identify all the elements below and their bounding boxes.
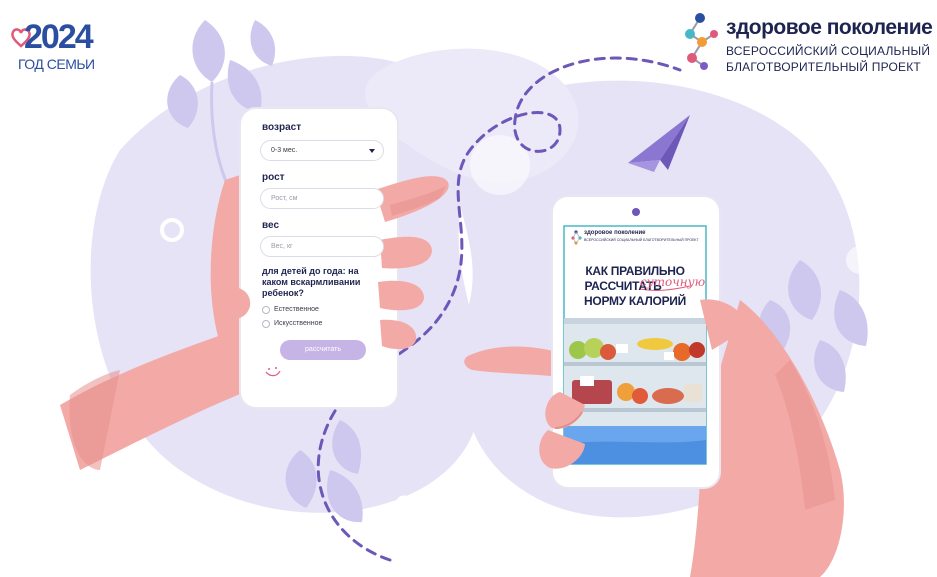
- article-title-line3: НОРМУ КАЛОРИЙ: [584, 294, 686, 308]
- weight-input[interactable]: Вес, кг: [260, 236, 384, 257]
- weight-label: вес: [262, 220, 280, 231]
- article-brand-tag: ВСЕРОССИЙСКИЙ СОЦИАЛЬНЫЙ БЛАГОТВОРИТЕЛЬН…: [584, 238, 699, 242]
- age-label: возраст: [262, 122, 302, 133]
- age-select[interactable]: 0-3 мес.: [260, 140, 384, 161]
- calorie-calculator-form: возраст 0-3 мес. рост Рост, см вес Вес, …: [252, 118, 388, 398]
- article-card[interactable]: здоровое поколение ВСЕРОССИЙСКИЙ СОЦИАЛЬ…: [564, 226, 706, 406]
- article-brand-name: здоровое поколение: [584, 230, 646, 236]
- right-phone-camera: [632, 208, 640, 216]
- calculate-button[interactable]: рассчитать: [280, 340, 366, 360]
- year-subtitle: ГОД СЕМЬИ: [18, 56, 95, 72]
- illustration-scene: 2024 ГОД СЕМЬИ здоровое поколение ВСЕРОС…: [0, 0, 937, 577]
- feeding-question: для детей до года: на каком вскармливани…: [262, 266, 361, 298]
- feeding-radio-natural[interactable]: [262, 306, 270, 314]
- chevron-down-icon: [369, 149, 375, 153]
- feeding-option-label: Естественное: [274, 306, 319, 313]
- height-input[interactable]: Рост, см: [260, 188, 384, 209]
- year-of-family-logo: 2024 ГОД СЕМЬИ: [10, 18, 100, 78]
- background-illustration: [60, 20, 874, 577]
- brand-tagline-line2: БЛАГОТВОРИТЕЛЬНЫЙ ПРОЕКТ: [726, 60, 921, 74]
- brand-name: здоровое поколение: [726, 16, 933, 39]
- deco-ring: [395, 495, 413, 513]
- height-label: рост: [262, 172, 285, 183]
- brand-tagline-line1: ВСЕРОССИЙСКИЙ СОЦИАЛЬНЫЙ: [726, 44, 931, 58]
- feeding-radio-artificial[interactable]: [262, 320, 270, 328]
- smile-icon: [265, 367, 281, 377]
- healthy-generation-logo: здоровое поколение ВСЕРОССИЙСКИЙ СОЦИАЛЬ…: [680, 12, 933, 82]
- deco-circle: [846, 246, 874, 274]
- molecule-logo-icon: [685, 13, 718, 70]
- age-select-value: 0-3 мес.: [271, 147, 298, 154]
- feeding-option-label: Искусственное: [274, 320, 323, 327]
- article-title-accent: суточную: [640, 275, 706, 289]
- year-text: 2024: [24, 18, 94, 56]
